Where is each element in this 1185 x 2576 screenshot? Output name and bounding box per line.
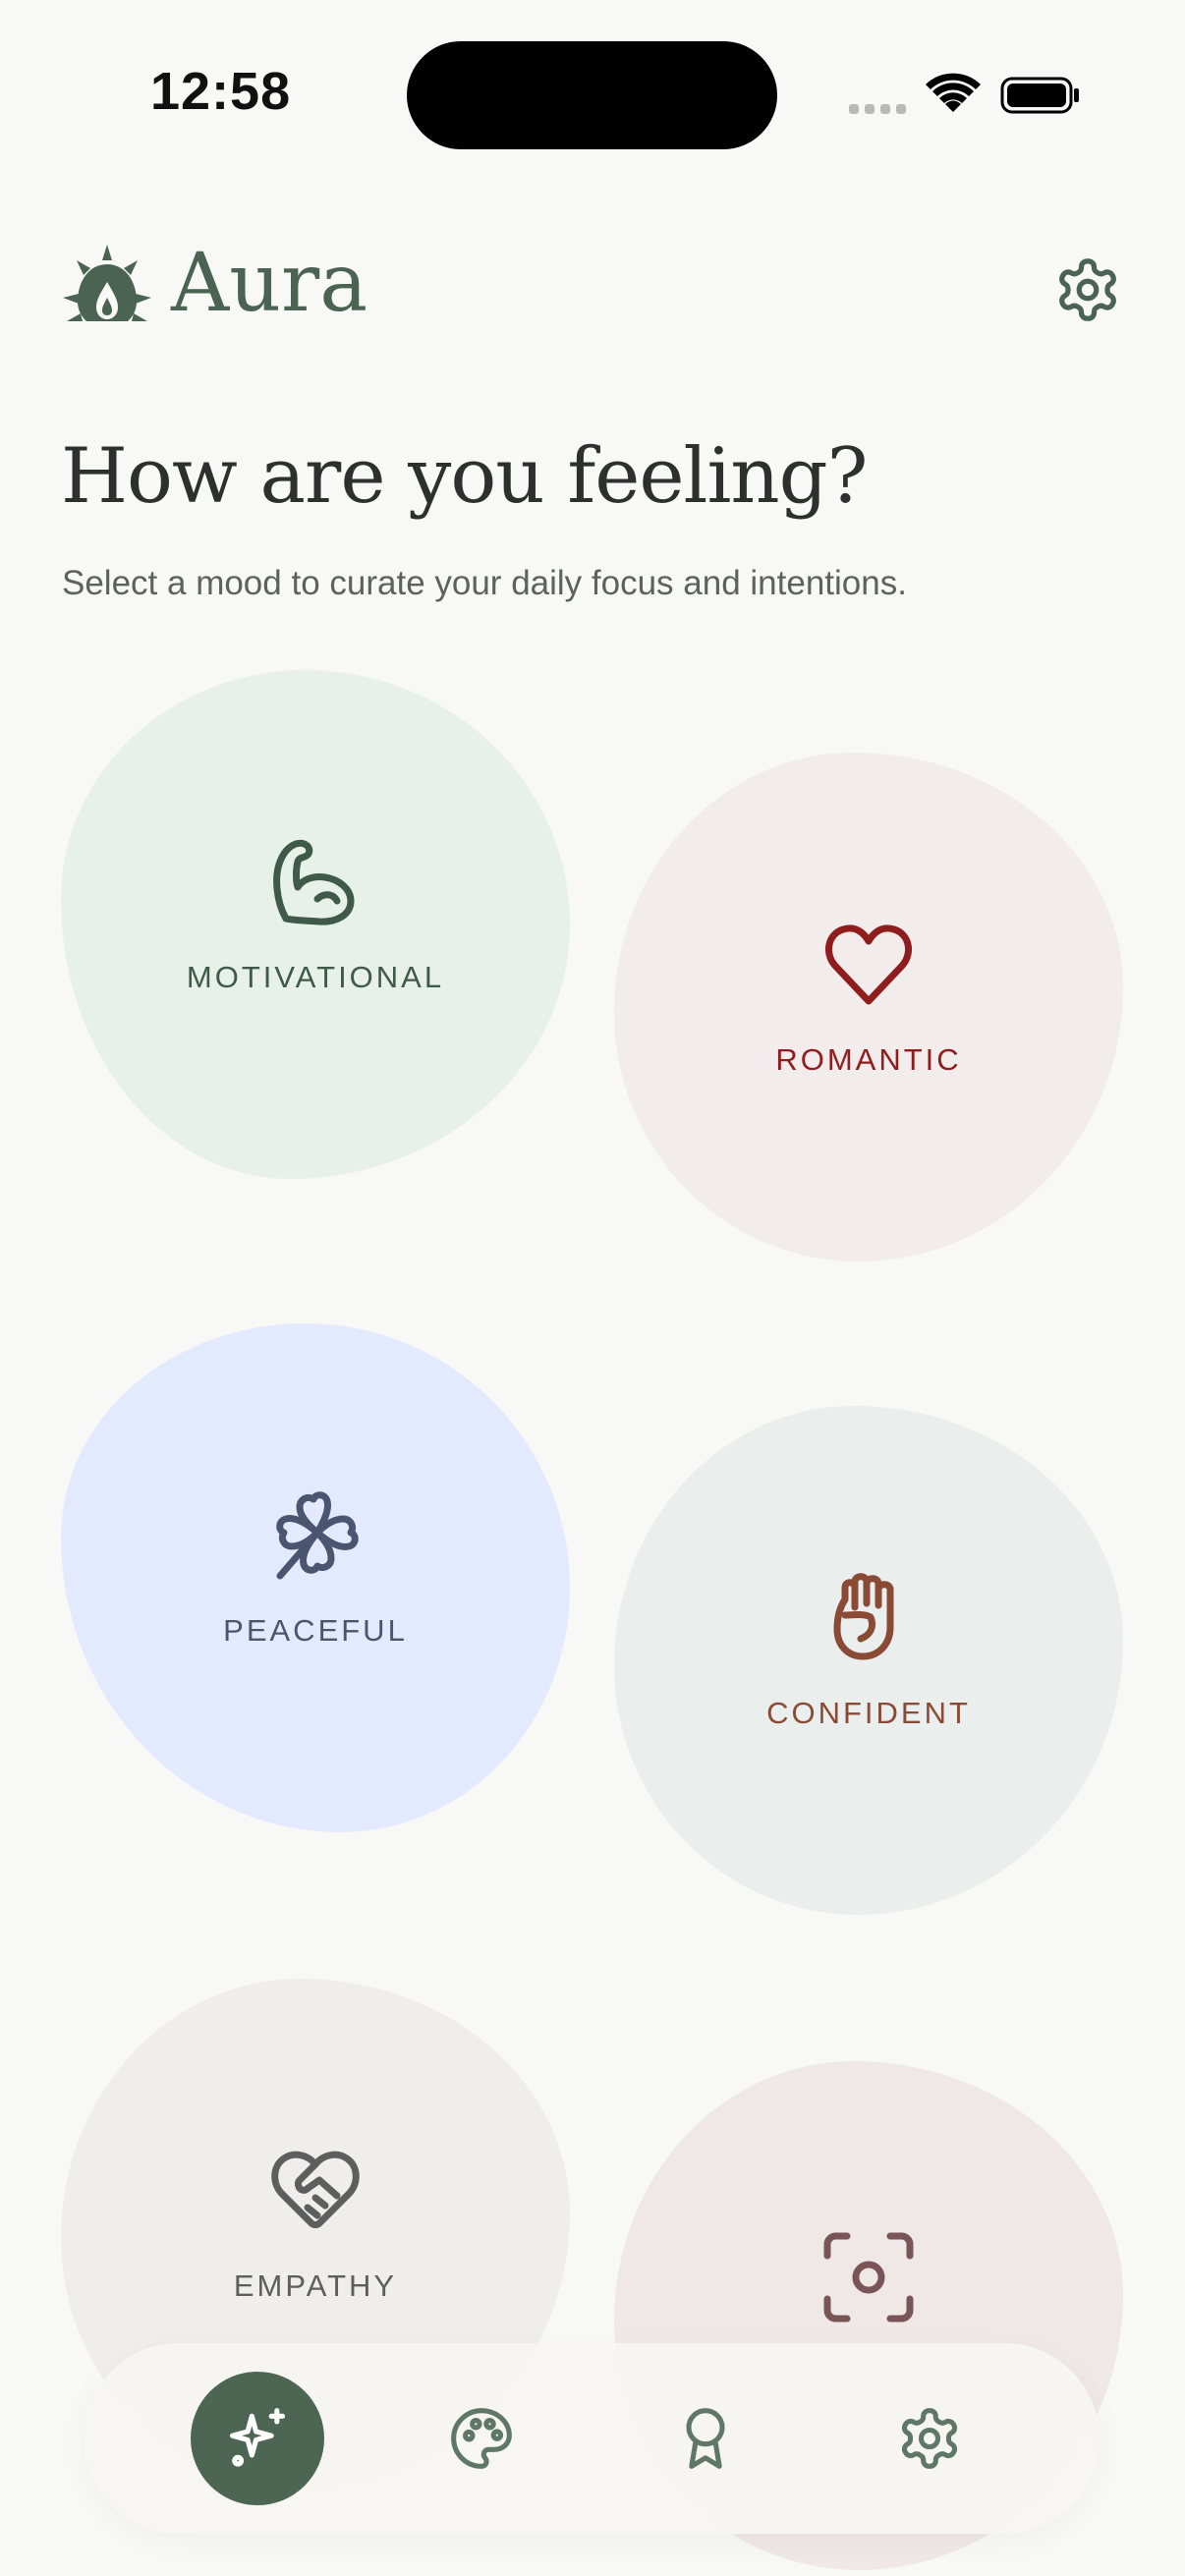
mood-label: MOTIVATIONAL: [186, 960, 445, 994]
focus-frame-icon: [823, 2232, 914, 2323]
wifi-icon: [926, 73, 981, 112]
nav-achievements[interactable]: [639, 2372, 772, 2505]
mood-label: CONFIDENT: [766, 1696, 971, 1730]
mood-card-confident[interactable]: CONFIDENT: [614, 1406, 1123, 1915]
page-subtitle: Select a mood to curate your daily focus…: [62, 564, 907, 602]
page-title: How are you feeling?: [61, 432, 868, 521]
mood-card-peaceful[interactable]: PEACEFUL: [61, 1323, 570, 1832]
status-icons: [845, 69, 1081, 120]
mood-label: PEACEFUL: [223, 1613, 408, 1648]
award-ribbon-icon: [686, 2408, 725, 2469]
status-bar: 12:58: [0, 0, 1185, 187]
mood-card-romantic[interactable]: ROMANTIC: [614, 753, 1123, 1261]
nav-palette[interactable]: [415, 2372, 548, 2505]
battery-icon: [1000, 77, 1079, 114]
sun-flame-logo-icon: [63, 245, 151, 321]
app-header: Aura: [61, 231, 1122, 339]
gear-icon[interactable]: [1053, 255, 1122, 324]
heart-icon: [824, 924, 913, 1005]
app-title: Aura: [171, 237, 368, 330]
palette-icon: [451, 2408, 512, 2469]
mood-label: ROMANTIC: [775, 1042, 962, 1077]
status-time: 12:58: [150, 62, 292, 121]
flexed-bicep-icon: [273, 839, 355, 925]
mood-card-motivational[interactable]: MOTIVATIONAL: [61, 670, 570, 1179]
clover-icon: [276, 1491, 359, 1580]
sparkles-icon: [229, 2408, 286, 2467]
raised-fist-icon: [833, 1573, 894, 1660]
signal-dots-icon: [849, 104, 906, 114]
nav-sparkles[interactable]: [191, 2372, 324, 2505]
dynamic-island: [407, 41, 777, 149]
mood-label: EMPATHY: [233, 2268, 398, 2303]
nav-settings[interactable]: [863, 2372, 996, 2505]
gear-icon: [901, 2408, 958, 2469]
bottom-nav: [84, 2343, 1100, 2534]
heart-handshake-icon: [271, 2151, 360, 2228]
